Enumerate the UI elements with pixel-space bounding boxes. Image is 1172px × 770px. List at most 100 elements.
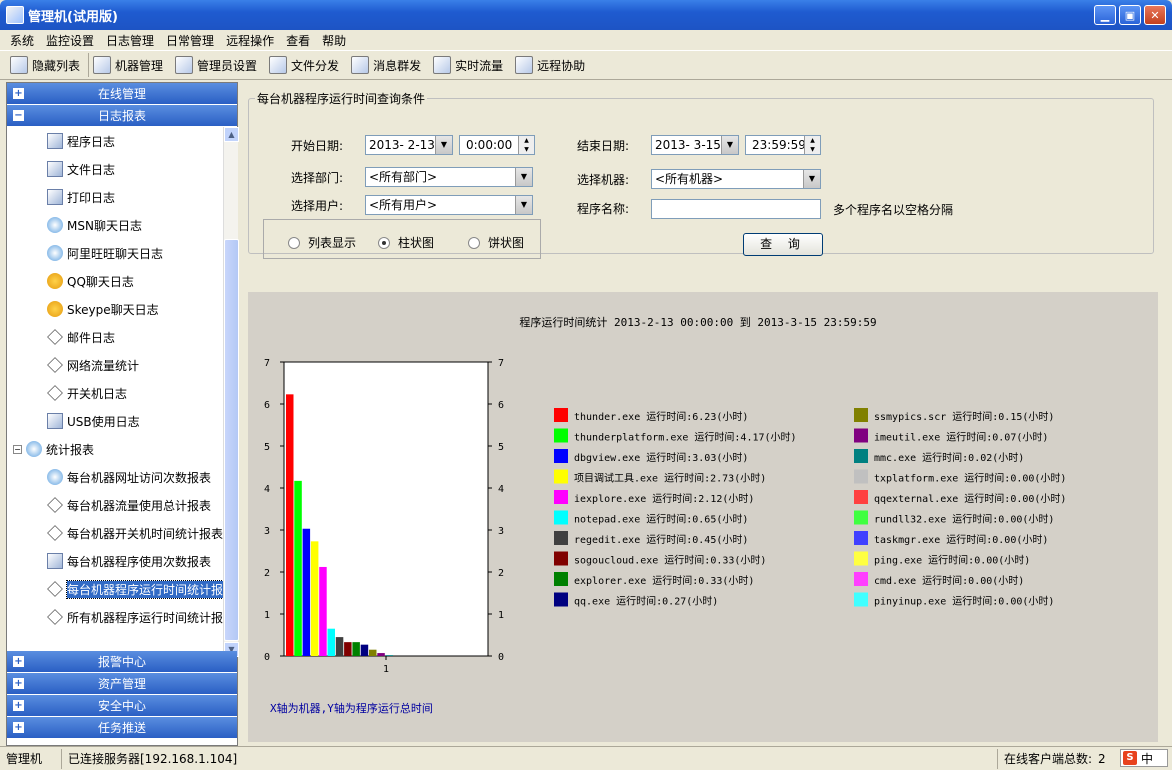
report-icon	[47, 609, 63, 625]
main-panel: 每台机器程序运行时间查询条件 开始日期: 2013- 2-13 ▼ 0:00:00…	[240, 82, 1166, 746]
expand-icon[interactable]: +	[13, 722, 24, 733]
chart-footnote: X轴为机器,Y轴为程序运行总时间	[270, 701, 433, 715]
expand-icon[interactable]: +	[13, 656, 24, 667]
file-distribution-button[interactable]: 文件分发	[265, 53, 347, 77]
chart-title: 程序运行时间统计 2013-2-13 00:00:00 到 2013-3-15 …	[519, 315, 876, 329]
end-time-spinner[interactable]: 23:59:59 ▲ ▼	[745, 135, 821, 155]
y-tick-label-right: 6	[498, 400, 504, 411]
radio-bar-chart[interactable]: 柱状图	[378, 234, 434, 251]
tree-node-stats-reports[interactable]: − 统计报表	[7, 435, 223, 463]
machine-management-button[interactable]: 机器管理	[89, 53, 171, 77]
collapse-icon[interactable]: −	[13, 110, 24, 121]
expand-icon[interactable]: +	[13, 88, 24, 99]
legend-swatch	[554, 531, 568, 545]
radio-list-view[interactable]: 列表显示	[288, 234, 356, 251]
tree-item-qq-log[interactable]: QQ聊天日志	[7, 267, 223, 295]
y-tick-label-right: 0	[498, 652, 504, 663]
realtime-traffic-button[interactable]: 实时流量	[429, 53, 511, 77]
start-time-spinner[interactable]: 0:00:00 ▲ ▼	[459, 135, 535, 155]
expand-icon[interactable]: +	[13, 678, 24, 689]
collapse-icon[interactable]: −	[13, 444, 22, 454]
admin-settings-button[interactable]: 管理员设置	[171, 53, 265, 77]
user-select[interactable]: <所有用户> ▼	[365, 195, 533, 215]
start-date-label: 开始日期:	[291, 139, 344, 153]
x-tick-label: 1	[383, 664, 389, 675]
y-tick-label-left: 1	[264, 610, 270, 621]
broadcast-message-button[interactable]: 消息群发	[347, 53, 429, 77]
y-tick-label-right: 5	[498, 442, 504, 453]
legend-label: notepad.exe 运行时间:0.65(小时)	[574, 513, 748, 526]
tree-item-wangwang-log[interactable]: 阿里旺旺聊天日志	[7, 239, 223, 267]
legend-label: ping.exe 运行时间:0.00(小时)	[874, 554, 1030, 567]
dept-select[interactable]: <所有部门> ▼	[365, 167, 533, 187]
tree-item-url-visit-report[interactable]: 每台机器网址访问次数报表	[7, 463, 223, 491]
dropdown-arrow-icon[interactable]: ▼	[721, 136, 738, 154]
menu-monitor-settings[interactable]: 监控设置	[40, 32, 100, 49]
program-name-input[interactable]	[651, 199, 821, 219]
tree-item-program-runtime-report[interactable]: 每台机器程序运行时间统计报	[7, 575, 223, 603]
report-icon	[47, 133, 63, 149]
dropdown-arrow-icon[interactable]: ▼	[435, 136, 452, 154]
machine-select[interactable]: <所有机器> ▼	[651, 169, 821, 189]
legend-label: thunder.exe 运行时间:6.23(小时)	[574, 410, 748, 423]
radio-pie-chart[interactable]: 饼状图	[468, 234, 524, 251]
dropdown-arrow-icon[interactable]: ▼	[515, 196, 532, 214]
tree-item-network-traffic[interactable]: 网络流量统计	[7, 351, 223, 379]
spin-arrows-icon[interactable]: ▲ ▼	[518, 136, 534, 154]
minimize-button[interactable]: ▁	[1094, 5, 1116, 25]
tree-item-all-program-runtime-report[interactable]: 所有机器程序运行时间统计报	[7, 603, 223, 631]
ime-indicator[interactable]: S中	[1120, 749, 1168, 767]
legend-label: sogoucloud.exe 运行时间:0.33(小时)	[574, 554, 766, 567]
tree-item-mail-log[interactable]: 邮件日志	[7, 323, 223, 351]
menu-log-management[interactable]: 日志管理	[100, 32, 160, 49]
tree-item-file-log[interactable]: 文件日志	[7, 155, 223, 183]
remote-assist-button[interactable]: 远程协助	[511, 53, 593, 77]
menu-remote-operation[interactable]: 远程操作	[220, 32, 280, 49]
tree-item-program-count-report[interactable]: 每台机器程序使用次数报表	[7, 547, 223, 575]
expand-icon[interactable]: +	[13, 700, 24, 711]
log-tree: 程序日志 文件日志 打印日志 MSN聊天日志 阿里旺旺聊天日志 QQ聊天日志 S…	[7, 127, 223, 657]
legend-label: explorer.exe 运行时间:0.33(小时)	[574, 574, 754, 587]
traffic-icon	[433, 56, 452, 74]
end-date-picker[interactable]: 2013- 3-15 ▼	[651, 135, 739, 155]
group-log-reports[interactable]: − 日志报表	[7, 105, 237, 127]
tree-item-traffic-report[interactable]: 每台机器流量使用总计报表	[7, 491, 223, 519]
end-date-label: 结束日期:	[577, 139, 630, 153]
tree-item-power-time-report[interactable]: 每台机器开关机时间统计报表	[7, 519, 223, 547]
menu-view[interactable]: 查看	[280, 32, 316, 49]
report-icon	[47, 581, 63, 597]
sidebar-scrollbar[interactable]: ▲ ▼	[223, 127, 239, 657]
tree-item-power-log[interactable]: 开关机日志	[7, 379, 223, 407]
y-tick-label-left: 3	[264, 526, 270, 537]
query-button[interactable]: 查 询	[743, 233, 823, 256]
group-online-management[interactable]: + 在线管理	[7, 83, 237, 105]
legend-swatch	[854, 572, 868, 586]
menu-system[interactable]: 系统	[4, 32, 40, 49]
bar-ssmypics.scr	[369, 649, 377, 656]
dropdown-arrow-icon[interactable]: ▼	[515, 168, 532, 186]
start-date-picker[interactable]: 2013- 2-13 ▼	[365, 135, 453, 155]
status-online-label: 在线客户端总数:	[1004, 751, 1093, 766]
hide-list-button[interactable]: 隐藏列表	[6, 53, 90, 77]
legend-swatch	[554, 449, 568, 463]
spin-arrows-icon[interactable]: ▲ ▼	[804, 136, 820, 154]
tree-item-print-log[interactable]: 打印日志	[7, 183, 223, 211]
tree-item-program-log[interactable]: 程序日志	[7, 127, 223, 155]
scroll-thumb[interactable]	[224, 239, 239, 641]
legend-label: iexplore.exe 运行时间:2.12(小时)	[574, 492, 754, 505]
dropdown-arrow-icon[interactable]: ▼	[803, 170, 820, 188]
y-tick-label-right: 4	[498, 484, 504, 495]
group-task-push[interactable]: + 任务推送	[7, 717, 237, 739]
maximize-button[interactable]: ▣	[1119, 5, 1141, 25]
tree-item-msn-log[interactable]: MSN聊天日志	[7, 211, 223, 239]
menu-bar: 系统 监控设置 日志管理 日常管理 远程操作 查看 帮助	[0, 30, 1172, 50]
tree-item-skype-log[interactable]: Skeype聊天日志	[7, 295, 223, 323]
scroll-up-icon[interactable]: ▲	[224, 127, 239, 142]
menu-help[interactable]: 帮助	[316, 32, 352, 49]
close-button[interactable]: ✕	[1144, 5, 1166, 25]
tree-item-usb-log[interactable]: USB使用日志	[7, 407, 223, 435]
group-asset-management[interactable]: + 资产管理	[7, 673, 237, 695]
group-alarm-center[interactable]: + 报警中心	[7, 651, 237, 673]
group-security-center[interactable]: + 安全中心	[7, 695, 237, 717]
menu-daily-management[interactable]: 日常管理	[160, 32, 220, 49]
